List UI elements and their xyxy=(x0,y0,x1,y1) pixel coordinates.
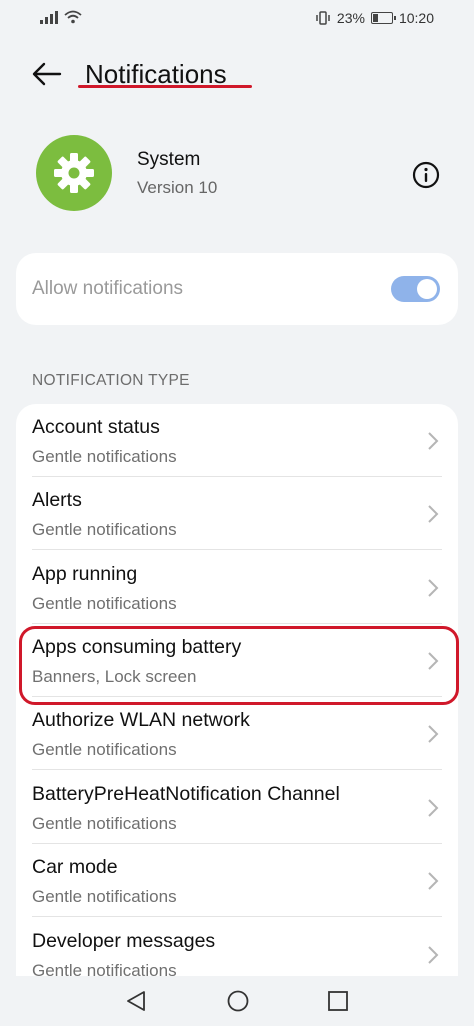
nav-back-icon[interactable] xyxy=(124,989,148,1013)
list-item-car-mode[interactable]: Car mode Gentle notifications xyxy=(16,844,458,917)
item-title: Car mode xyxy=(32,856,118,878)
app-version: Version 10 xyxy=(137,178,218,197)
status-left xyxy=(40,10,82,24)
status-right: 23% 10:20 xyxy=(315,10,434,26)
battery-icon xyxy=(370,12,396,24)
navigation-bar xyxy=(0,976,474,1026)
item-title: App running xyxy=(32,563,138,585)
chevron-right-icon xyxy=(428,725,439,743)
item-title: Alerts xyxy=(32,489,82,511)
wifi-icon xyxy=(64,10,82,24)
list-item-battery-preheat[interactable]: BatteryPreHeatNotification Channel Gentl… xyxy=(16,771,458,844)
item-title: BatteryPreHeatNotification Channel xyxy=(32,783,340,805)
status-bar: 23% 10:20 xyxy=(0,0,474,36)
header: Notifications xyxy=(0,50,474,100)
status-time: 10:20 xyxy=(398,10,434,26)
list-item-developer-messages[interactable]: Developer messages Gentle notifications xyxy=(16,918,458,976)
app-name: System xyxy=(137,149,201,170)
app-icon xyxy=(36,135,112,211)
item-subtitle: Gentle notifications xyxy=(32,814,177,833)
chevron-right-icon xyxy=(428,505,439,523)
chevron-right-icon xyxy=(428,946,439,964)
title-underline-annotation xyxy=(78,85,252,88)
item-subtitle: Gentle notifications xyxy=(32,740,177,759)
item-subtitle: Gentle notifications xyxy=(32,447,177,466)
app-info: System Version 10 xyxy=(0,130,474,220)
gear-icon xyxy=(54,153,94,193)
item-subtitle: Gentle notifications xyxy=(32,887,177,906)
list-item-authorize-wlan-network[interactable]: Authorize WLAN network Gentle notificati… xyxy=(16,697,458,770)
allow-notifications-row: Allow notifications xyxy=(16,253,458,325)
info-icon[interactable] xyxy=(412,161,440,189)
item-title: Authorize WLAN network xyxy=(32,709,250,731)
list-item-account-status[interactable]: Account status Gentle notifications xyxy=(16,404,458,477)
chevron-right-icon xyxy=(428,432,439,450)
allow-notifications-label: Allow notifications xyxy=(32,278,184,299)
item-title: Developer messages xyxy=(32,930,216,952)
item-subtitle: Gentle notifications xyxy=(32,961,177,976)
chevron-right-icon xyxy=(428,799,439,817)
chevron-right-icon xyxy=(428,579,439,597)
divider xyxy=(32,916,442,917)
item-subtitle: Gentle notifications xyxy=(32,594,177,613)
toggle-knob xyxy=(417,279,437,299)
list-item-alerts[interactable]: Alerts Gentle notifications xyxy=(16,477,458,550)
back-arrow-icon[interactable] xyxy=(30,60,64,88)
item-title: Account status xyxy=(32,416,160,438)
allow-notifications-toggle[interactable] xyxy=(391,276,440,302)
divider xyxy=(32,769,442,770)
nav-home-icon[interactable] xyxy=(226,989,250,1013)
nav-recent-apps-icon[interactable] xyxy=(327,990,349,1012)
list-item-app-running[interactable]: App running Gentle notifications xyxy=(16,551,458,624)
signal-icon xyxy=(40,10,58,24)
vibrate-icon xyxy=(316,11,330,25)
divider xyxy=(32,549,442,550)
chevron-right-icon xyxy=(428,872,439,890)
battery-percent: 23% xyxy=(336,10,365,26)
item-subtitle: Gentle notifications xyxy=(32,520,177,539)
section-header: NOTIFICATION TYPE xyxy=(32,372,190,389)
highlight-annotation xyxy=(19,626,459,705)
